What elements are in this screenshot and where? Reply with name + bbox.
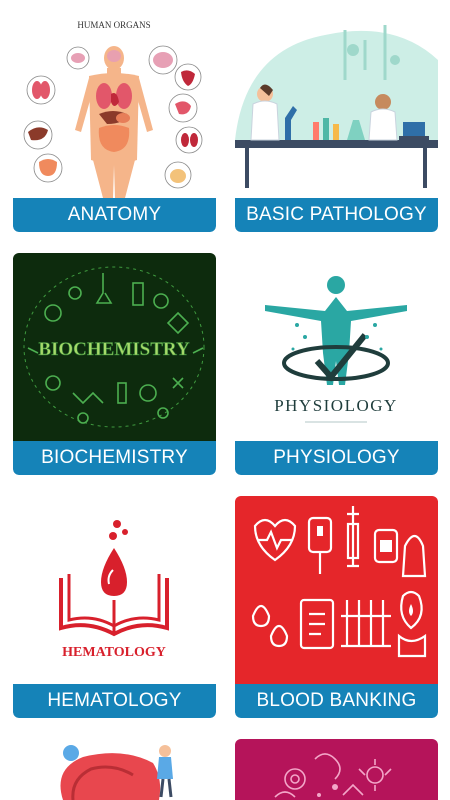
human-organs-illustration: HUMAN ORGANS xyxy=(13,10,216,198)
card-medical-partial[interactable] xyxy=(13,739,216,800)
card-biochemistry[interactable]: BIOCHEMISTRY BIOCHEMISTRY xyxy=(13,253,216,475)
microbiology-illustration-partial xyxy=(235,739,438,800)
biochemistry-illustration: BIOCHEMISTRY xyxy=(13,253,216,441)
blood-donation-equipment-illustration xyxy=(235,496,438,684)
card-blood-banking[interactable]: BLOOD BANKING xyxy=(235,496,438,718)
hematology-art-heading: HEMATOLOGY xyxy=(62,645,166,660)
card-title: HEMATOLOGY xyxy=(13,684,216,718)
biochemistry-art-heading: BIOCHEMISTRY xyxy=(38,339,190,360)
subject-grid: HUMAN ORGANS ANATOMY BASIC PATHOLOGY BIO… xyxy=(0,0,450,800)
anatomy-art-heading: HUMAN ORGANS xyxy=(77,20,150,30)
blood-drop-book-logo: HEMATOLOGY xyxy=(13,496,216,684)
card-title: BLOOD BANKING xyxy=(235,684,438,718)
laboratory-scientists-illustration xyxy=(235,10,438,198)
card-basic-pathology[interactable]: BASIC PATHOLOGY xyxy=(235,10,438,232)
physiology-human-figure-logo: PHYSIOLOGY xyxy=(235,253,438,441)
card-title: PHYSIOLOGY xyxy=(235,441,438,475)
card-anatomy[interactable]: HUMAN ORGANS ANATOMY xyxy=(13,10,216,232)
medical-illustration-partial xyxy=(13,739,216,800)
card-title: ANATOMY xyxy=(13,198,216,232)
card-title: BIOCHEMISTRY xyxy=(13,441,216,475)
card-title: BASIC PATHOLOGY xyxy=(235,198,438,232)
card-hematology[interactable]: HEMATOLOGY HEMATOLOGY xyxy=(13,496,216,718)
card-physiology[interactable]: PHYSIOLOGY PHYSIOLOGY xyxy=(235,253,438,475)
physiology-art-heading: PHYSIOLOGY xyxy=(274,396,398,415)
card-microbiology-partial[interactable] xyxy=(235,739,438,800)
